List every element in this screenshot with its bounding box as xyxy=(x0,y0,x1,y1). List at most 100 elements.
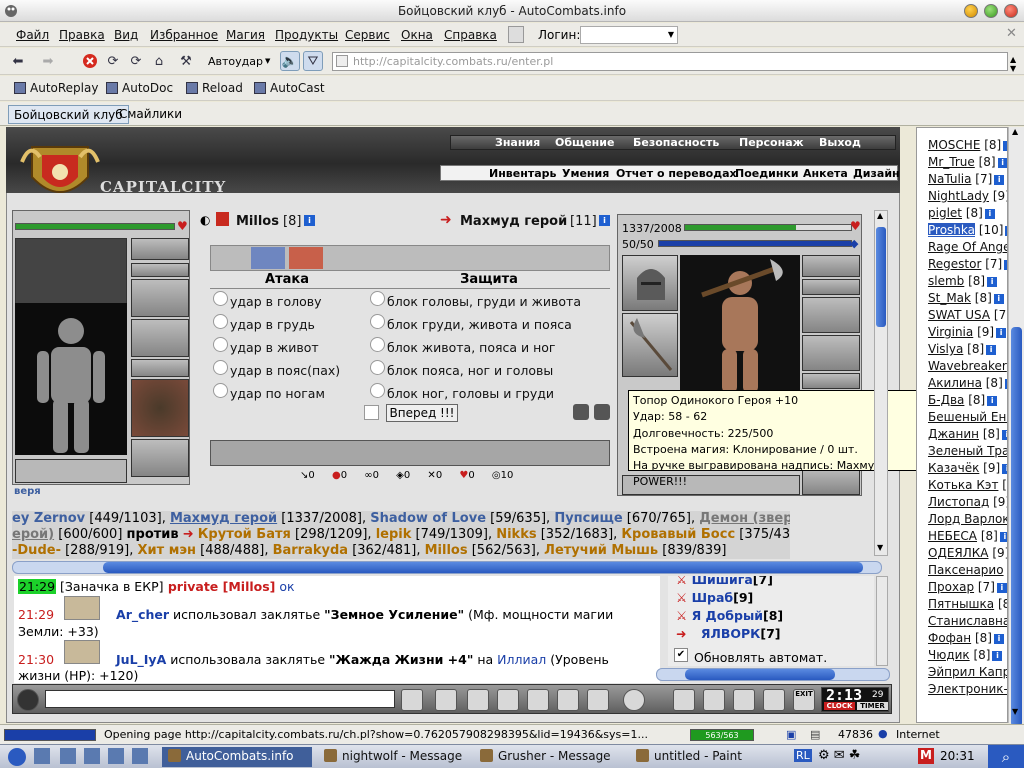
refresh-icon[interactable] xyxy=(594,404,610,420)
defense-option[interactable]: блок живота, пояса и ног xyxy=(387,340,556,355)
fighter-name[interactable]: lepik xyxy=(376,527,412,542)
fighter-name[interactable]: Махмуд герой xyxy=(170,511,277,526)
menu-magic[interactable]: Магия xyxy=(226,28,265,42)
nav-skills[interactable]: Умения xyxy=(562,167,609,180)
info-icon[interactable]: i xyxy=(984,209,995,219)
nav-design[interactable]: Дизайн xyxy=(853,167,900,180)
bag-icon[interactable] xyxy=(673,689,695,711)
clear-icon[interactable] xyxy=(435,689,457,711)
online-user[interactable]: Станиславна xyxy=(928,614,1007,628)
login-select[interactable]: ▼ xyxy=(580,26,678,44)
online-user-name[interactable]: НЕБЕСА xyxy=(928,529,977,543)
stop-button[interactable] xyxy=(80,51,100,71)
room-player-name[interactable]: ЯЛВОРК xyxy=(701,626,761,641)
online-user-name[interactable]: Лорд Варлок xyxy=(928,512,1007,526)
close-icon[interactable]: ✕ xyxy=(1006,26,1017,41)
online-user-name[interactable]: NaTulia xyxy=(928,172,971,186)
rings-slot[interactable] xyxy=(802,373,860,389)
defense-radio[interactable] xyxy=(370,337,385,352)
info-icon[interactable]: i xyxy=(992,651,1003,661)
info-icon[interactable]: i xyxy=(986,345,997,355)
fighter-name[interactable]: Пупсище xyxy=(554,511,622,526)
quicklaunch-icon[interactable] xyxy=(60,748,76,764)
online-user-name[interactable]: Wavebreaker xyxy=(928,359,1007,373)
defense-option[interactable]: блок пояса, ног и головы xyxy=(387,363,553,378)
nav-inventory[interactable]: Инвентарь xyxy=(489,167,556,180)
online-user[interactable]: Паксенарио xyxy=(928,563,1004,577)
online-user-name[interactable]: Virginia xyxy=(928,325,973,339)
address-bar[interactable]: http://capitalcity.combats.ru/enter.pl xyxy=(332,52,1008,71)
online-user[interactable]: Зеленый Тракт xyxy=(928,444,1007,458)
fighter-name[interactable]: Nikks xyxy=(496,527,536,542)
task-grusher[interactable]: Grusher - Message xyxy=(474,747,624,767)
chat-user[interactable]: JuL_IyA xyxy=(116,652,166,667)
rings-slot[interactable] xyxy=(131,359,189,377)
online-user[interactable]: Mr_True [8] i xyxy=(928,155,1007,169)
online-user-name[interactable]: Бешеный Енот xyxy=(928,410,1007,424)
attack-option[interactable]: удар по ногам xyxy=(230,386,325,401)
online-user[interactable]: Regestor [7]i xyxy=(928,257,1007,271)
room-player-name[interactable]: Я Добрый xyxy=(692,608,763,623)
helmet-slot[interactable] xyxy=(622,255,678,311)
info-icon[interactable]: i xyxy=(993,634,1004,644)
menu-windows[interactable]: Окна xyxy=(401,28,433,42)
tab-smileys[interactable]: Смайлики xyxy=(114,105,187,124)
info-icon[interactable]: i xyxy=(994,175,1005,185)
task-paint[interactable]: untitled - Paint xyxy=(630,747,780,767)
online-scrollbar[interactable]: ▲ ▼ xyxy=(1008,127,1024,727)
nav-fights[interactable]: Поединки xyxy=(735,167,799,180)
online-user-name[interactable]: Электроник-3 xyxy=(928,682,1007,696)
scroll-down-icon[interactable]: ▼ xyxy=(1012,707,1018,716)
equip-slot[interactable] xyxy=(131,238,189,260)
attack-radio[interactable] xyxy=(213,314,228,329)
fighter-name[interactable]: ерой) xyxy=(12,527,54,542)
info-icon[interactable]: i xyxy=(987,277,998,287)
chat-private[interactable]: private [Millos] xyxy=(164,579,276,594)
room-scrollbar[interactable] xyxy=(876,576,888,666)
defense-radio[interactable] xyxy=(370,360,385,375)
online-user-name[interactable]: SWAT USA xyxy=(928,308,990,322)
fighter-name[interactable]: Крутой Батя xyxy=(198,527,291,542)
online-user-name[interactable]: slemb xyxy=(928,274,964,288)
online-user[interactable]: Фофан [8] i xyxy=(928,631,1004,645)
online-user-name[interactable]: Proshka xyxy=(928,223,975,237)
info-icon[interactable]: i xyxy=(999,532,1007,542)
online-user[interactable]: Virginia [9] i xyxy=(928,325,1007,339)
fighter-name[interactable]: Barrakyda xyxy=(273,543,348,558)
online-user[interactable]: Акилина [8]i xyxy=(928,376,1007,390)
chat-time[interactable]: 21:30 xyxy=(18,652,54,667)
menu-favorites[interactable]: Избранное xyxy=(150,28,218,42)
online-user[interactable]: Пятнышка [8]i xyxy=(928,597,1007,611)
hscroll-thumb[interactable] xyxy=(103,562,863,573)
online-user-name[interactable]: Джанин xyxy=(928,427,979,441)
online-user[interactable]: Rage Of Ange xyxy=(928,240,1007,254)
chat-input[interactable] xyxy=(45,690,395,708)
attack-radio[interactable] xyxy=(213,337,228,352)
fighter-name[interactable]: Millos xyxy=(425,543,468,558)
menu-edit[interactable]: Правка xyxy=(59,28,105,42)
online-user[interactable]: Vislya [8] i xyxy=(928,342,997,356)
defense-radio[interactable] xyxy=(370,314,385,329)
refresh-button[interactable]: ⟳ xyxy=(103,51,123,71)
task-nightwolf[interactable]: nightwolf - Message xyxy=(318,747,468,767)
attack-radio[interactable] xyxy=(213,291,228,306)
minimize-button[interactable] xyxy=(964,4,978,18)
info-icon[interactable]: i xyxy=(987,396,998,406)
attack-option[interactable]: удар в живот xyxy=(230,340,319,355)
nav-knowledge[interactable]: Знания xyxy=(495,136,540,149)
tab-fight-club[interactable]: Бойцовский клуб xyxy=(8,105,129,124)
auto-refresh-checkbox[interactable]: ✔ xyxy=(674,648,688,662)
online-user-name[interactable]: Б-Два xyxy=(928,393,964,407)
online-user-name[interactable]: Фофан xyxy=(928,631,971,645)
fighter-name[interactable]: Shadow of Love xyxy=(370,511,486,526)
online-user-name[interactable]: Зеленый Тракт xyxy=(928,444,1007,458)
room-player-name[interactable]: Шишига xyxy=(692,576,753,587)
menu-service[interactable]: Сервис xyxy=(345,28,390,42)
forward-button[interactable]: ➡ xyxy=(38,51,58,71)
gloves-slot[interactable] xyxy=(802,335,860,371)
fighter-name[interactable]: ey Zernov xyxy=(12,511,85,526)
language-indicator[interactable]: RL xyxy=(794,749,812,762)
fighter-name[interactable]: -Dude- xyxy=(12,543,61,558)
link-autocast[interactable]: AutoCast xyxy=(254,81,325,95)
online-user-name[interactable]: Листопад xyxy=(928,495,989,509)
